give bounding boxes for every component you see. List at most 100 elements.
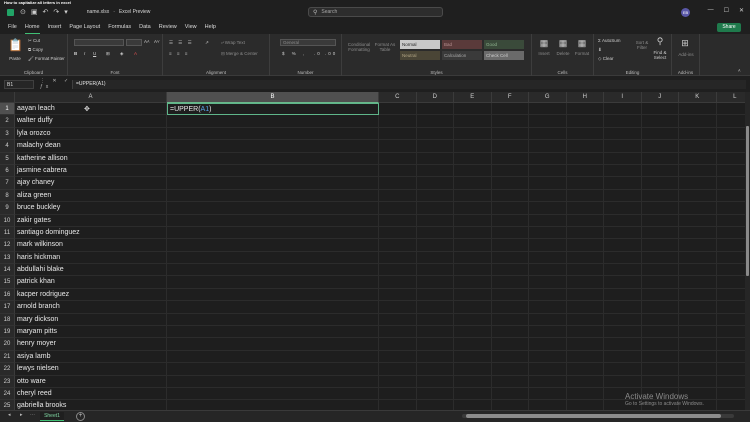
grow-font-icon[interactable]: A˄ xyxy=(144,39,150,44)
grid-cell[interactable] xyxy=(604,326,642,339)
column-header-f[interactable]: F xyxy=(491,92,529,103)
grid-cell[interactable] xyxy=(641,288,679,302)
grid-cell[interactable] xyxy=(566,276,604,289)
grid-cell[interactable] xyxy=(641,202,679,215)
grid-cell[interactable] xyxy=(716,301,745,314)
grid-cell[interactable] xyxy=(416,264,454,277)
grid-cell[interactable] xyxy=(641,164,679,178)
row-header[interactable]: 3 xyxy=(0,127,15,141)
grid-cell[interactable] xyxy=(716,227,745,240)
shrink-font-icon[interactable]: A˅ xyxy=(154,39,160,44)
grid-cell[interactable] xyxy=(529,301,567,314)
name-cell[interactable]: lewys nielsen xyxy=(15,363,167,376)
collapse-ribbon-icon[interactable]: ˄ xyxy=(738,68,741,73)
font-name-box[interactable] xyxy=(74,39,124,46)
underline-icon[interactable]: U xyxy=(93,51,96,56)
decimal-icons[interactable]: .0 .00 xyxy=(314,51,337,56)
grid-cell[interactable] xyxy=(379,115,417,128)
grid-cell[interactable] xyxy=(491,202,529,215)
grid-cell[interactable] xyxy=(454,152,492,165)
grid-cell[interactable] xyxy=(454,226,492,240)
grid-cell[interactable] xyxy=(491,177,529,190)
grid-cell[interactable] xyxy=(416,251,454,265)
grid-cell[interactable] xyxy=(604,140,642,153)
grid-cell[interactable] xyxy=(679,164,717,178)
column-header-g[interactable]: G xyxy=(529,92,567,103)
grid-cell[interactable] xyxy=(454,363,492,376)
grid-cell[interactable] xyxy=(529,140,567,153)
name-cell[interactable]: otto ware xyxy=(15,375,167,388)
grid-cell[interactable] xyxy=(566,239,604,252)
row-header[interactable]: 19 xyxy=(0,326,15,339)
column-header-e[interactable]: E xyxy=(454,92,492,103)
grid-cell[interactable] xyxy=(379,103,417,116)
grid-cell[interactable] xyxy=(167,350,379,364)
grid-cell[interactable] xyxy=(529,214,567,227)
grid-cell[interactable] xyxy=(491,140,529,153)
grid-cell[interactable] xyxy=(716,202,745,215)
grid-cell[interactable] xyxy=(167,288,379,302)
cell-style-check-cell[interactable]: Check Cell xyxy=(484,51,524,60)
name-cell[interactable]: kacper rodriguez xyxy=(15,288,167,302)
grid-cell[interactable] xyxy=(491,226,529,240)
grid-cell[interactable] xyxy=(566,127,604,141)
name-cell[interactable]: lyla orozco xyxy=(15,127,167,141)
name-cell[interactable]: cheryl reed xyxy=(15,387,167,401)
grid-cell[interactable] xyxy=(167,177,379,190)
maximize-icon[interactable]: ☐ xyxy=(724,7,729,14)
grid-cell[interactable] xyxy=(604,264,642,277)
row-header[interactable]: 9 xyxy=(0,202,15,215)
grid-cell[interactable] xyxy=(566,251,604,265)
row-header[interactable]: 21 xyxy=(0,350,15,364)
grid-cell[interactable] xyxy=(491,264,529,277)
grid-cell[interactable] xyxy=(717,400,746,410)
grid-cell[interactable] xyxy=(716,115,745,128)
grid-cell[interactable] xyxy=(529,103,567,116)
row-header[interactable]: 2 xyxy=(0,115,15,128)
grid-cell[interactable] xyxy=(604,115,642,128)
row-header[interactable]: 7 xyxy=(0,177,15,190)
grid-cell[interactable] xyxy=(716,128,745,141)
grid-cell[interactable] xyxy=(679,251,717,265)
grid-cell[interactable] xyxy=(491,313,529,327)
grid-cell[interactable] xyxy=(679,152,717,165)
grid-cell[interactable] xyxy=(604,103,642,116)
grid-cell[interactable] xyxy=(416,127,454,141)
grid-cell[interactable] xyxy=(491,288,529,302)
name-cell[interactable]: gabriella brooks xyxy=(15,400,167,410)
grid-cell[interactable] xyxy=(641,177,679,190)
grid-cell[interactable] xyxy=(454,177,492,190)
borders-icon[interactable]: ⊞ xyxy=(106,51,110,57)
grid-cell[interactable] xyxy=(679,301,717,314)
grid-cell[interactable] xyxy=(416,363,454,376)
grid-cell[interactable] xyxy=(679,214,717,227)
sheet-menu-icon[interactable]: ⋯ xyxy=(30,412,35,418)
grid-cell[interactable] xyxy=(641,214,679,227)
grid-cell[interactable] xyxy=(566,387,604,401)
grid-cell[interactable] xyxy=(716,177,745,190)
autosave-toggle-icon[interactable]: ⊙ xyxy=(20,8,26,16)
grid-cell[interactable] xyxy=(379,288,417,302)
grid-cell[interactable] xyxy=(454,326,492,339)
grid-cell[interactable] xyxy=(379,226,417,240)
name-cell[interactable]: jasmine cabrera xyxy=(15,164,167,178)
grid-cell[interactable] xyxy=(416,202,454,215)
formula-bar-icons[interactable]: ⋮ ✕ ✓ ƒx xyxy=(34,78,72,90)
grid-cell[interactable] xyxy=(716,252,745,265)
tab-help[interactable]: Help xyxy=(205,22,216,33)
grid-cell[interactable] xyxy=(416,387,454,401)
grid-cell[interactable] xyxy=(716,276,745,289)
number-format-select[interactable]: General xyxy=(280,39,336,46)
horizontal-scrollbar[interactable] xyxy=(462,414,734,418)
grid-cell[interactable] xyxy=(679,140,717,153)
redo-icon[interactable]: ↷ xyxy=(53,8,59,16)
grid-cell[interactable] xyxy=(379,375,417,388)
grid-cell[interactable] xyxy=(491,164,529,178)
grid-cell[interactable] xyxy=(641,326,679,339)
row-header[interactable]: 11 xyxy=(0,226,15,240)
grid-cell[interactable] xyxy=(566,350,604,364)
row-header[interactable]: 8 xyxy=(0,189,15,203)
grid-cell[interactable] xyxy=(379,140,417,153)
active-cell-b1[interactable]: =UPPER(A1) xyxy=(167,103,379,116)
name-cell[interactable]: mary dickson xyxy=(15,313,167,327)
